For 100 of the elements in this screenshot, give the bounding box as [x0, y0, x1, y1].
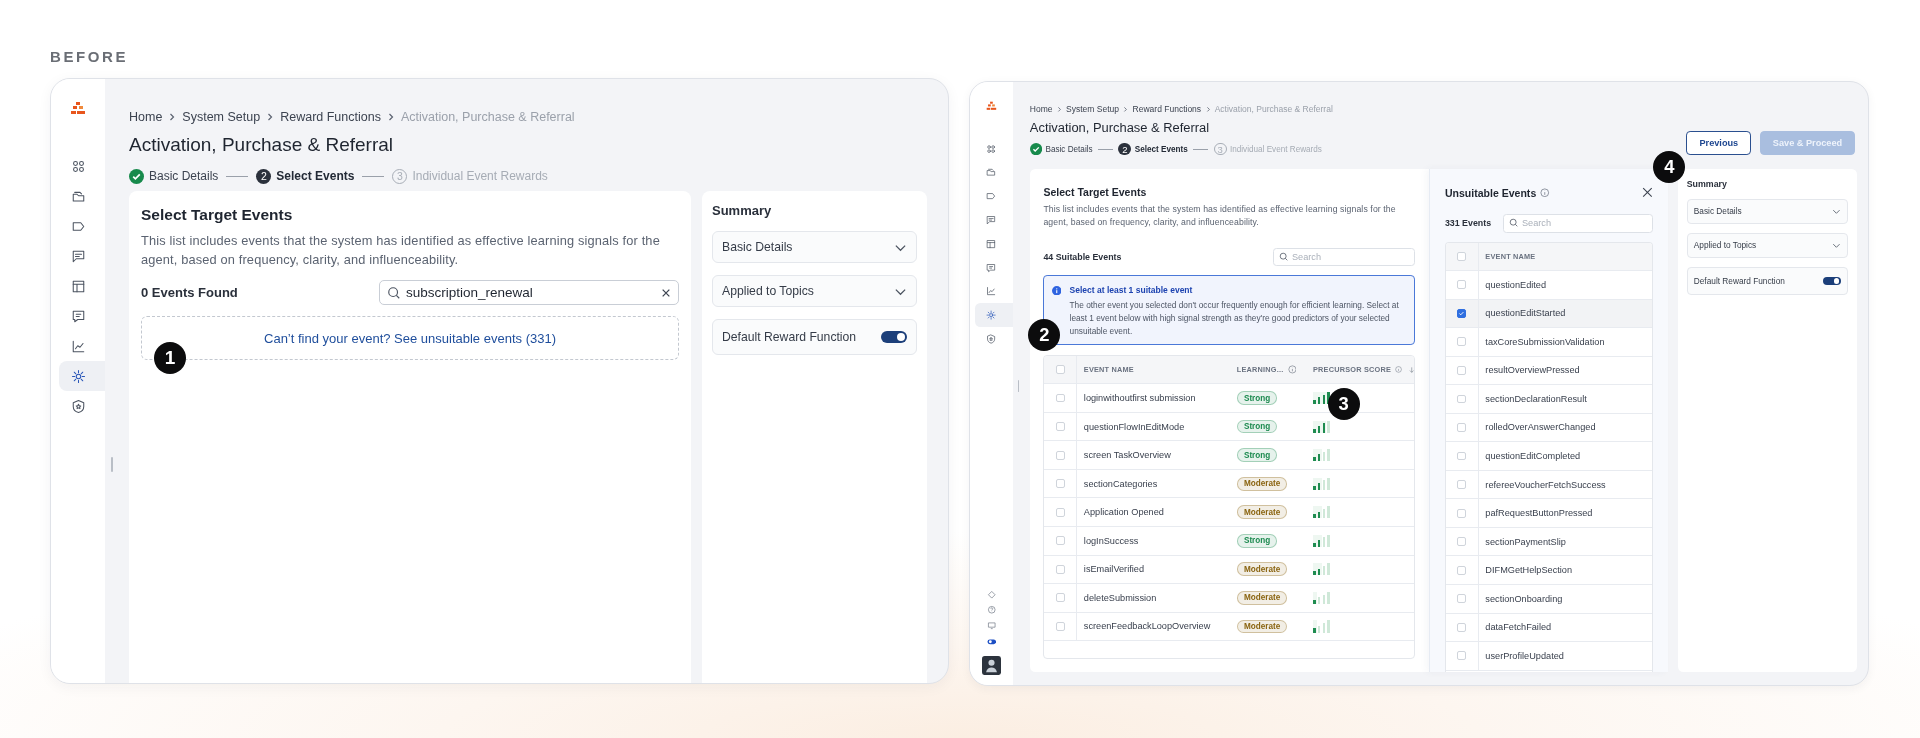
check-icon — [1029, 142, 1043, 156]
search-box[interactable]: Search — [1503, 213, 1653, 233]
breadcrumb-item[interactable]: Home — [1029, 103, 1053, 114]
page-title: Activation, Purchase & Referral — [1029, 119, 1211, 137]
table-cell-text: dataFetchFailed — [1484, 621, 1553, 635]
search-input[interactable]: Search — [1291, 252, 1410, 263]
info-icon — [1051, 285, 1062, 296]
table-cell-text: taxCoreSubmissionValidation — [1484, 335, 1606, 349]
step-label: Basic Details — [149, 169, 219, 183]
settings-icon — [70, 368, 86, 384]
table-cell-text: sectionOnboarding — [1484, 592, 1564, 606]
setting-label: Default Reward Function — [1693, 275, 1785, 286]
nav-button[interactable] — [975, 303, 1013, 328]
signal-bars-icon — [1313, 477, 1330, 490]
logo-icon — [70, 101, 86, 117]
breadcrumb-item[interactable]: System Setup — [1066, 103, 1119, 114]
signal-bars-icon — [1313, 391, 1330, 405]
table-cell-text: questionEdited — [1484, 278, 1548, 292]
column-header: PRECURSOR SCORE — [1313, 365, 1391, 375]
panel-title: Unsuitable Events — [1444, 186, 1537, 199]
table-cell-text: sectionCategories — [1082, 477, 1159, 491]
signal-bars-icon — [1313, 534, 1330, 547]
summary-dropdown[interactable]: Basic Details — [712, 231, 917, 263]
step-label: Individual Event Rewards — [412, 169, 548, 183]
layout-icon — [70, 278, 86, 294]
search-input[interactable]: Search — [1521, 218, 1647, 229]
section-heading: BEFORE — [50, 47, 130, 67]
table-cell-text: refereeVoucherFetchSuccess — [1484, 478, 1607, 492]
step-number: 2 — [256, 168, 272, 184]
table-cell-text: questionEditCompleted — [1484, 450, 1582, 464]
summary-dropdown[interactable]: Applied to Topics — [1686, 232, 1848, 258]
search-icon — [387, 285, 401, 300]
event-count: 331 Events — [1444, 218, 1492, 229]
table-cell-text: logInSuccess — [1082, 534, 1140, 548]
signal-bars-icon — [1313, 449, 1330, 462]
summary-dropdown[interactable]: Applied to Topics — [712, 275, 917, 307]
search-input[interactable]: subscription_renewal — [406, 285, 656, 300]
breadcrumb-item: Activation, Purchase & Referral — [1214, 103, 1333, 114]
breadcrumb-item: Activation, Purchase & Referral — [400, 110, 575, 124]
apps-icon — [70, 158, 86, 174]
column-header: EVENT NAME — [1485, 252, 1536, 262]
step-number: 2 — [1118, 142, 1132, 156]
signal-bars-icon — [1313, 420, 1330, 433]
card-title: Select Target Events — [141, 205, 294, 225]
table-cell-text: rolledOverAnswerChanged — [1484, 421, 1597, 435]
unsuitable-events-link[interactable]: Can’t find your event? See unsuitable events (331) — [264, 330, 556, 346]
event-count: 0 Events Found — [141, 285, 238, 300]
summary-title: Summary — [712, 203, 773, 219]
toggle-switch[interactable] — [881, 331, 907, 343]
table-cell-text: isEmailVerified — [1082, 563, 1145, 577]
signal-bars-icon — [1313, 506, 1330, 519]
toggle-icon[interactable] — [986, 636, 997, 647]
close-icon[interactable] — [661, 287, 671, 298]
table-cell-text: resultOverviewPressed — [1484, 364, 1581, 378]
table-cell-text: screenFeedbackLoopOverview — [1082, 620, 1212, 634]
toggle-switch[interactable] — [1823, 276, 1841, 285]
callout-number: 4 — [1653, 151, 1686, 184]
card-description: This list includes events that the system has identified as effective learning signals for the agent, based on frequency, clarity, and influenceability. — [141, 232, 661, 269]
table-cell-text: loginwithoutfirst submission — [1082, 392, 1197, 406]
nav-button[interactable] — [59, 361, 105, 391]
action-button[interactable]: Previous — [1686, 131, 1752, 156]
table-cell-text: sectionDeclarationResult — [1484, 392, 1588, 406]
search-box[interactable]: Search — [1273, 248, 1416, 266]
table-cell-text: screen TaskOverview — [1082, 449, 1172, 463]
summary-title: Summary — [1686, 178, 1728, 190]
check-icon — [129, 168, 144, 184]
logo-icon — [985, 101, 997, 113]
resize-handle[interactable] — [1017, 379, 1019, 392]
event-count: 44 Suitable Events — [1043, 252, 1122, 263]
card-description: This list includes events that the system has identified as effective learning signals for the agent, based on frequency, clarity, and influenceability. — [1043, 203, 1397, 230]
table-cell-text: deleteSubmission — [1082, 591, 1158, 605]
table-cell-text: sectionPaymentSlip — [1484, 535, 1567, 549]
breadcrumb-item[interactable]: System Setup — [182, 110, 261, 124]
breadcrumb-item[interactable]: Reward Functions — [280, 110, 381, 124]
avatar-icon[interactable] — [981, 656, 1001, 676]
search-box[interactable]: subscription_renewal — [379, 280, 679, 305]
table-cell-text: userProfileUpdated — [1484, 649, 1565, 663]
table-cell-text: DIFMGetHelpSection — [1484, 564, 1573, 578]
table-cell-text: pafRequestButtonPressed — [1484, 507, 1594, 521]
summary-dropdown[interactable]: Basic Details — [1686, 198, 1848, 224]
chat-icon — [70, 308, 86, 324]
notice-text: The other event you selected don't occur frequently enough for efficient learning. Select at least 1 event below with high signal strength as they're good predictors of your selected unsuitable event. — [1069, 298, 1400, 338]
chart-icon — [70, 338, 86, 354]
step-label: Select Events — [276, 169, 355, 183]
shield-icon — [70, 398, 86, 414]
table-cell-text: Application Opened — [1082, 506, 1165, 520]
setting-label: Default Reward Function — [722, 330, 857, 344]
signal-bars-icon — [1313, 591, 1330, 604]
resize-handle[interactable] — [111, 457, 113, 472]
message-icon — [70, 248, 86, 264]
signal-bars-icon — [1313, 563, 1330, 576]
page-title: Activation, Purchase & Referral — [129, 133, 394, 157]
table-cell-text: questionFlowInEditMode — [1082, 420, 1186, 434]
breadcrumb-item[interactable]: Reward Functions — [1132, 103, 1202, 114]
table-cell-text: questionEditStarted — [1484, 307, 1567, 321]
checkbox[interactable] — [1457, 308, 1467, 318]
column-header: LEARNING... — [1236, 365, 1284, 375]
breadcrumb-item[interactable]: Home — [129, 110, 163, 124]
card-title: Select Target Events — [1043, 185, 1148, 200]
notice-title: Select at least 1 suitable event — [1069, 284, 1194, 295]
